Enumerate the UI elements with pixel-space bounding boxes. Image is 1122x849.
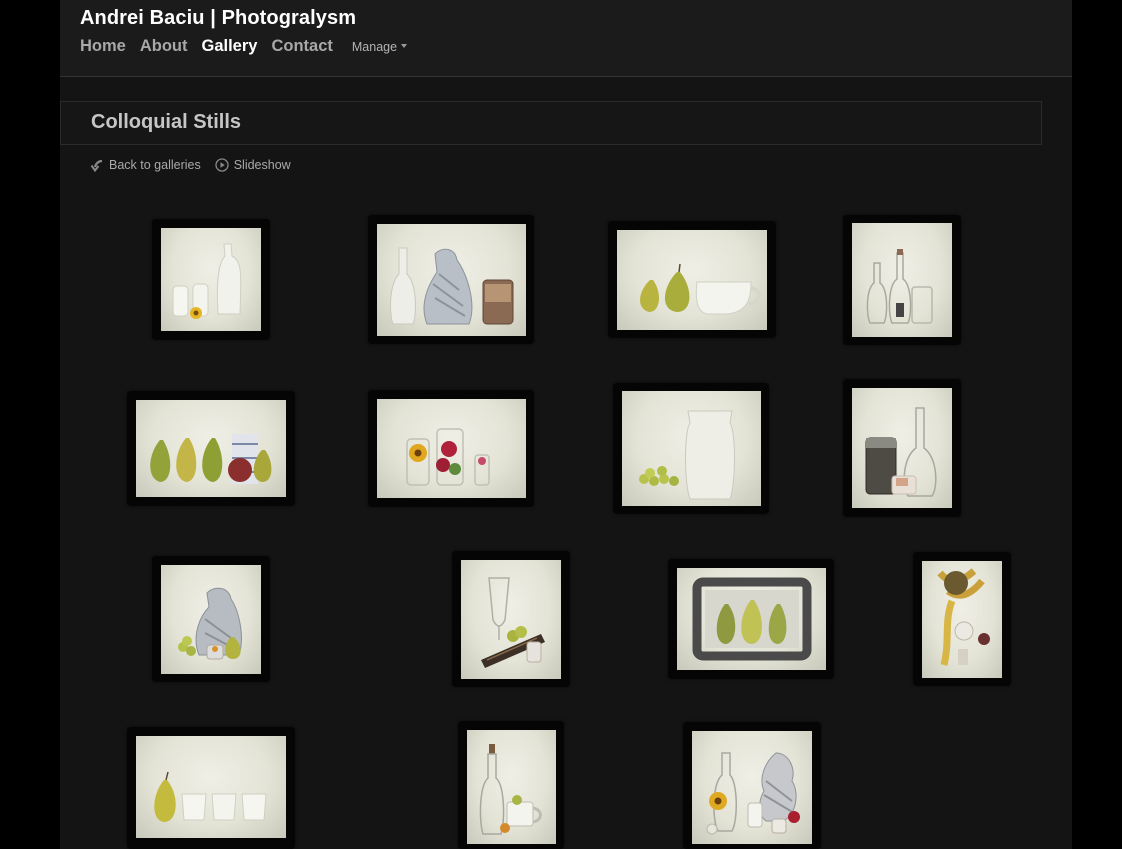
gallery-title: Colloquial Stills: [91, 111, 242, 133]
play-circle-icon: [215, 158, 229, 172]
nav-home[interactable]: Home: [80, 37, 126, 56]
nav-contact[interactable]: Contact: [271, 37, 332, 56]
gallery-thumbnail[interactable]: [458, 721, 564, 849]
gallery-thumbnail[interactable]: [368, 390, 534, 507]
gallery-thumbnail[interactable]: [368, 215, 534, 344]
gallery-thumbnail[interactable]: [152, 556, 270, 682]
photo-sack-jar-bottle: [377, 224, 526, 336]
gallery-thumbnail[interactable]: [127, 727, 295, 849]
photo-measuring-tape: [922, 561, 1002, 678]
slideshow-label: Slideshow: [233, 158, 291, 172]
photo-glass-bottles: [852, 223, 952, 337]
gallery-thumbnail[interactable]: [843, 215, 961, 345]
photo-jar-decanter: [852, 388, 952, 508]
page: Andrei Baciu | Photogralysm Home About G…: [60, 0, 1072, 849]
gallery-thumbnail[interactable]: [613, 383, 769, 514]
gallery-thumbnail[interactable]: [452, 551, 570, 687]
photo-sack-limes: [161, 565, 261, 674]
site-header: Andrei Baciu | Photogralysm Home About G…: [60, 0, 1072, 77]
photo-flowers-jars: [377, 399, 526, 498]
gallery-thumbnail[interactable]: [843, 379, 961, 517]
main-nav: Home About Gallery Contact Manage: [80, 37, 408, 56]
manage-dropdown[interactable]: Manage: [351, 40, 408, 54]
photo-vases-flower: [161, 228, 261, 331]
photo-still-life-mix: [692, 731, 812, 844]
photo-framed-pears: [677, 568, 826, 670]
gallery-thumbnail[interactable]: [608, 221, 776, 338]
caret-down-icon: [401, 44, 408, 48]
back-to-galleries-label: Back to galleries: [109, 158, 201, 172]
gallery-thumbnail[interactable]: [152, 219, 270, 340]
back-arrow-icon: [90, 159, 103, 172]
photo-glass-brush: [461, 560, 561, 679]
nav-gallery[interactable]: Gallery: [202, 37, 258, 56]
site-title[interactable]: Andrei Baciu | Photogralysm: [80, 7, 356, 30]
manage-label: Manage: [351, 40, 398, 54]
photo-bottle-mug: [467, 730, 556, 844]
gallery-header: Colloquial Stills: [60, 101, 1042, 145]
nav-about[interactable]: About: [140, 37, 188, 56]
gallery-thumbnail[interactable]: [668, 559, 834, 679]
gallery-actions: Back to galleries Slideshow: [90, 158, 305, 172]
slideshow-link[interactable]: Slideshow: [215, 158, 291, 172]
gallery-thumbnail[interactable]: [127, 391, 295, 506]
gallery-thumbnail[interactable]: [683, 722, 821, 849]
photo-pears-pitcher: [617, 230, 767, 330]
photo-pear-cups: [136, 736, 286, 838]
photo-pears-row: [136, 400, 286, 497]
photo-vase-berries: [622, 391, 761, 506]
back-to-galleries-link[interactable]: Back to galleries: [90, 158, 201, 172]
gallery-thumbnail[interactable]: [913, 552, 1011, 686]
